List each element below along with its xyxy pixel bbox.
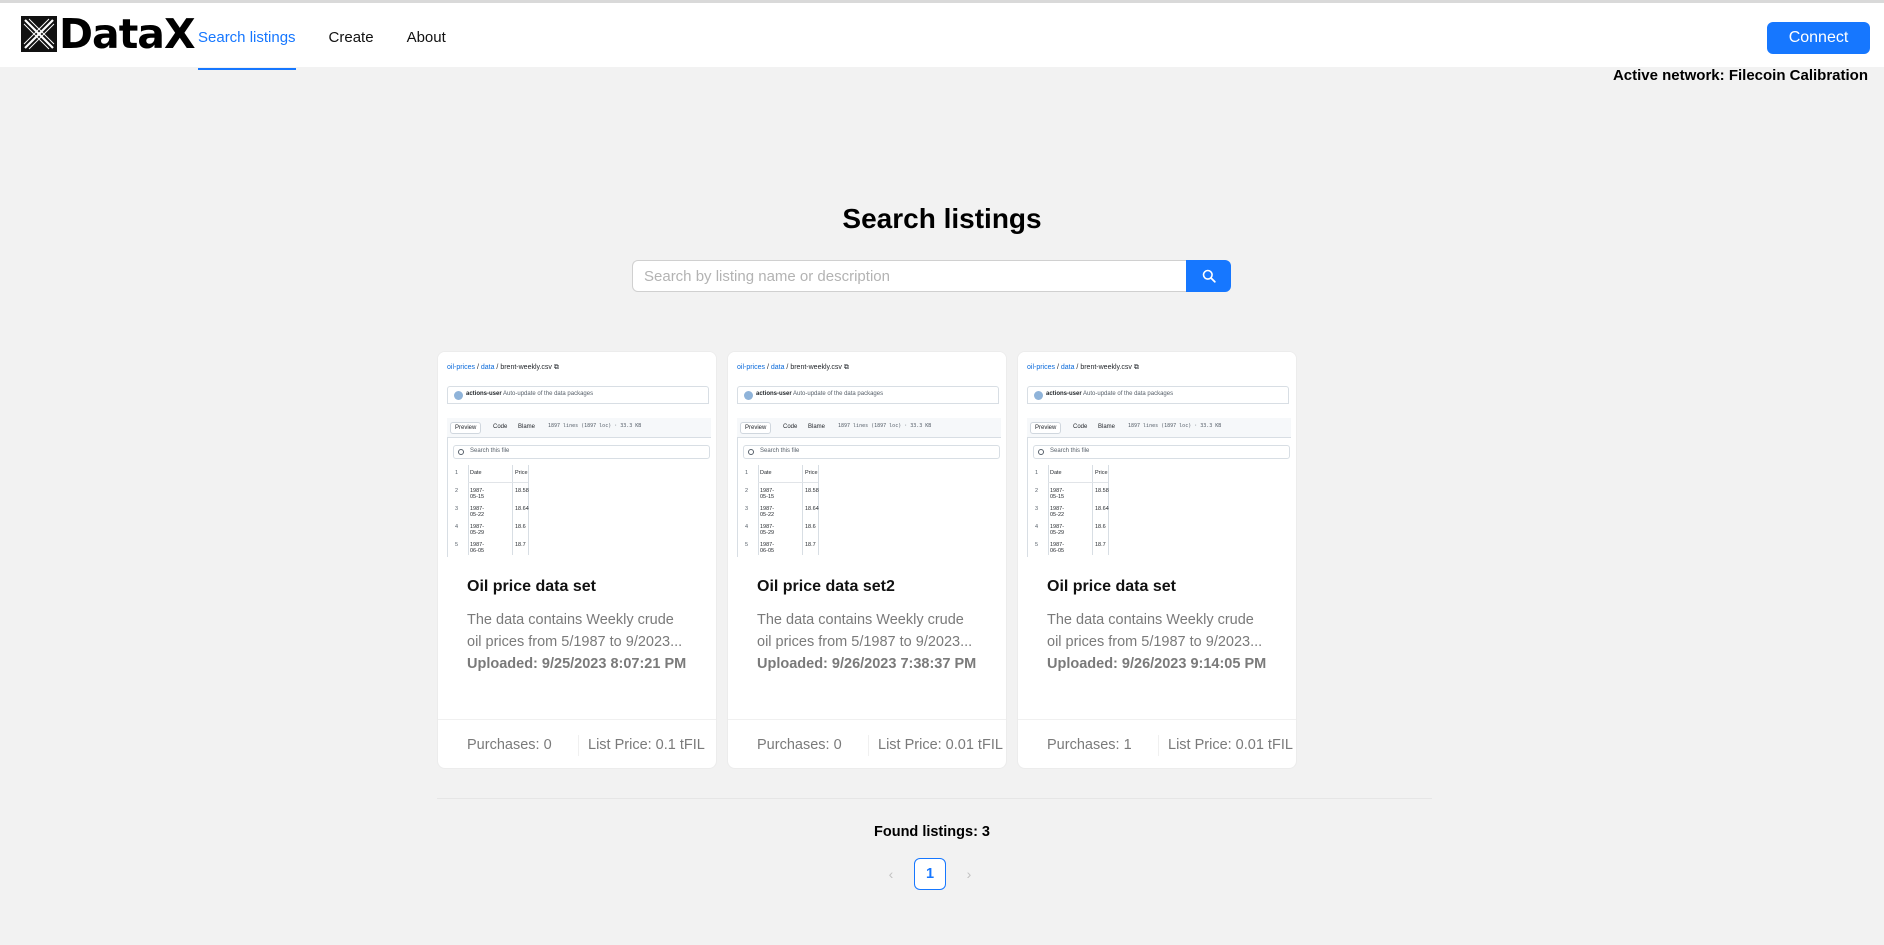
search-icon bbox=[1038, 449, 1044, 455]
listing-footer: Purchases: 0 List Price: 0.01 tFIL bbox=[728, 719, 1006, 768]
nav-item-search-listings[interactable]: Search listings bbox=[198, 6, 296, 70]
avatar bbox=[454, 391, 463, 400]
nav-item-create[interactable]: Create bbox=[329, 6, 374, 70]
listing-footer: Purchases: 0 List Price: 0.1 tFIL bbox=[438, 719, 716, 768]
copy-icon: ⧉ bbox=[1133, 364, 1139, 371]
listing-purchases: Purchases: 0 bbox=[757, 737, 842, 753]
connect-button[interactable]: Connect bbox=[1767, 22, 1870, 54]
listing-card[interactable]: oil-prices / data / brent-weekly.csv ⧉ a… bbox=[1017, 351, 1297, 769]
pagination: ‹ 1 › bbox=[880, 858, 980, 890]
active-network-label: Active network: Filecoin Calibration bbox=[1612, 67, 1868, 84]
search-icon bbox=[1202, 269, 1216, 283]
app-header: DataX Search listings Create About Conne… bbox=[0, 3, 1884, 70]
listing-price: List Price: 0.01 tFIL bbox=[878, 737, 1003, 753]
main-nav: Search listings Create About bbox=[198, 6, 479, 70]
listing-description: The data contains Weekly crude oil price… bbox=[1047, 612, 1263, 650]
search-icon bbox=[748, 449, 754, 455]
listing-thumbnail: oil-prices / data / brent-weekly.csv ⧉ a… bbox=[438, 352, 716, 557]
page-button-1[interactable]: 1 bbox=[914, 858, 946, 890]
listing-footer: Purchases: 1 List Price: 0.01 tFIL bbox=[1018, 719, 1296, 768]
avatar bbox=[1034, 391, 1043, 400]
listing-title: Oil price data set bbox=[467, 578, 596, 595]
copy-icon: ⧉ bbox=[843, 364, 849, 371]
listing-description: The data contains Weekly crude oil price… bbox=[757, 612, 973, 650]
found-listings-count: Found listings: 3 bbox=[874, 824, 990, 840]
nav-item-about[interactable]: About bbox=[407, 6, 446, 70]
datax-logo-icon bbox=[21, 16, 57, 52]
search-bar bbox=[632, 260, 1231, 292]
copy-icon: ⧉ bbox=[553, 364, 559, 371]
listing-purchases: Purchases: 0 bbox=[467, 737, 552, 753]
listing-uploaded: Uploaded: 9/25/2023 8:07:21 PM bbox=[467, 656, 687, 672]
listing-title: Oil price data set2 bbox=[757, 578, 895, 595]
search-button[interactable] bbox=[1186, 260, 1231, 292]
search-input[interactable] bbox=[632, 260, 1186, 292]
listing-description: The data contains Weekly crude oil price… bbox=[467, 612, 683, 650]
chevron-left-icon[interactable]: ‹ bbox=[880, 858, 902, 890]
listing-cards: oil-prices / data / brent-weekly.csv ⧉ a… bbox=[437, 351, 1307, 769]
listing-thumbnail: oil-prices / data / brent-weekly.csv ⧉ a… bbox=[728, 352, 1006, 557]
listing-card[interactable]: oil-prices / data / brent-weekly.csv ⧉ a… bbox=[437, 351, 717, 769]
listing-purchases: Purchases: 1 bbox=[1047, 737, 1132, 753]
results-divider bbox=[437, 798, 1432, 799]
listing-thumbnail: oil-prices / data / brent-weekly.csv ⧉ a… bbox=[1018, 352, 1296, 557]
avatar bbox=[744, 391, 753, 400]
chevron-right-icon[interactable]: › bbox=[958, 858, 980, 890]
page-title: Search listings bbox=[842, 203, 1042, 234]
listing-price: List Price: 0.1 tFIL bbox=[588, 737, 705, 753]
listing-card[interactable]: oil-prices / data / brent-weekly.csv ⧉ a… bbox=[727, 351, 1007, 769]
listing-uploaded: Uploaded: 9/26/2023 9:14:05 PM bbox=[1047, 656, 1267, 672]
listing-title: Oil price data set bbox=[1047, 578, 1176, 595]
brand-name: DataX bbox=[59, 10, 196, 58]
listing-uploaded: Uploaded: 9/26/2023 7:38:37 PM bbox=[757, 656, 977, 672]
brand-logo[interactable]: DataX bbox=[21, 10, 196, 58]
search-icon bbox=[458, 449, 464, 455]
listing-price: List Price: 0.01 tFIL bbox=[1168, 737, 1293, 753]
